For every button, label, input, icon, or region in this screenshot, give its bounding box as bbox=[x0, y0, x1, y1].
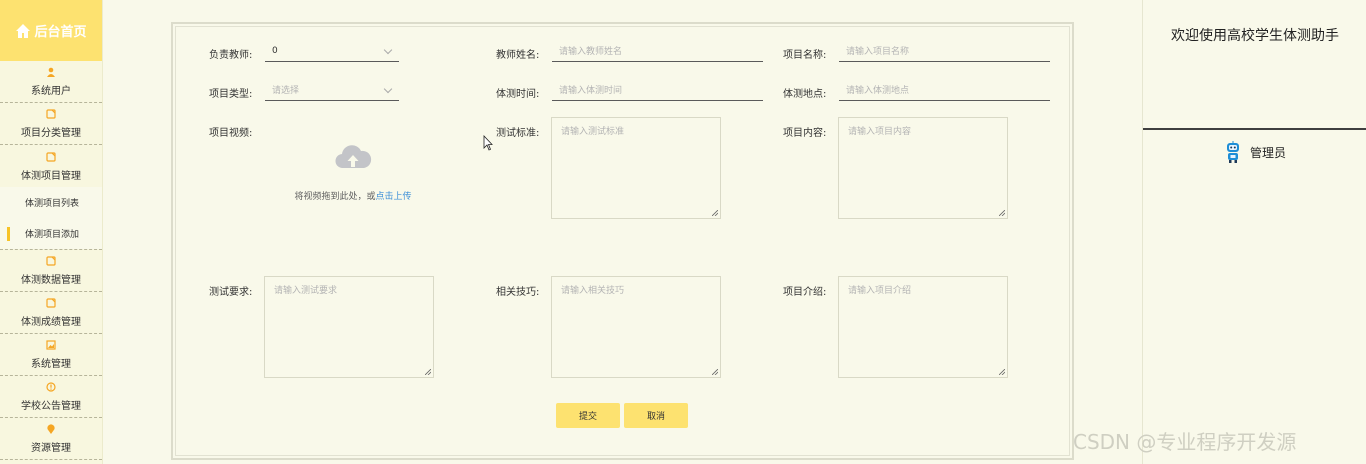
teacher-name-label: 教师姓名: bbox=[496, 50, 540, 61]
teacher-label: 负责教师: bbox=[209, 50, 253, 61]
sidebar-title: 后台首页 bbox=[34, 25, 87, 40]
sidebar-item-system-users[interactable]: 系统用户 bbox=[0, 61, 102, 103]
resize-grip-icon[interactable] bbox=[712, 210, 718, 216]
sidebar-item-score-mgmt[interactable]: 体测成绩管理 bbox=[0, 292, 102, 334]
project-content-label: 项目内容: bbox=[783, 128, 827, 139]
sidebar-item-label: 学校公告管理 bbox=[21, 401, 81, 412]
project-name-input[interactable]: 请输入项目名称 bbox=[839, 40, 1050, 62]
folder-icon bbox=[46, 109, 56, 119]
sidebar: 后台首页 系统用户 项目分类管理 体测项目管理 体测项目列表 体测项目添加 体测… bbox=[0, 0, 103, 464]
related-skills-placeholder: 请输入相关技巧 bbox=[561, 286, 625, 296]
teacher-select[interactable]: 0 bbox=[265, 40, 399, 62]
mouse-cursor-icon bbox=[483, 135, 493, 151]
project-content-textarea[interactable]: 请输入项目内容 bbox=[838, 117, 1008, 219]
sidebar-subitem-project-add[interactable]: 体测项目添加 bbox=[0, 218, 102, 249]
sidebar-item-resource[interactable]: 资源管理 bbox=[0, 418, 102, 460]
sidebar-item-label: 体测数据管理 bbox=[21, 275, 81, 286]
submenu: 体测项目列表 体测项目添加 bbox=[0, 187, 102, 250]
resize-grip-icon[interactable] bbox=[425, 369, 431, 375]
user-icon bbox=[47, 67, 55, 77]
user-role: 管理员 bbox=[1249, 145, 1286, 160]
project-video-label: 项目视频: bbox=[209, 128, 253, 139]
sidebar-item-category[interactable]: 项目分类管理 bbox=[0, 103, 102, 145]
test-place-input[interactable]: 请输入体测地点 bbox=[839, 79, 1050, 101]
project-name-label: 项目名称: bbox=[783, 50, 827, 61]
test-requirement-label: 测试要求: bbox=[209, 287, 253, 298]
location-icon bbox=[47, 424, 55, 434]
teacher-select-value: 0 bbox=[272, 45, 278, 56]
resize-grip-icon[interactable] bbox=[999, 210, 1005, 216]
test-standard-label: 测试标准: bbox=[496, 128, 540, 139]
right-panel: 欢迎使用高校学生体测助手 管理员 bbox=[1142, 0, 1366, 464]
test-time-input[interactable]: 请输入体测时间 bbox=[552, 79, 763, 101]
sidebar-item-label: 项目分类管理 bbox=[21, 128, 81, 139]
resize-grip-icon[interactable] bbox=[712, 369, 718, 375]
divider bbox=[1143, 128, 1366, 130]
test-requirement-textarea[interactable]: 请输入测试要求 bbox=[264, 276, 434, 378]
sidebar-item-announcement[interactable]: 学校公告管理 bbox=[0, 376, 102, 418]
upload-hint: 将视频拖到此处，或点击上传 bbox=[294, 192, 412, 202]
sidebar-item-project-mgmt[interactable]: 体测项目管理 bbox=[0, 145, 102, 187]
sidebar-item-label: 体测项目管理 bbox=[21, 171, 81, 182]
project-type-placeholder: 请选择 bbox=[272, 86, 300, 96]
project-intro-textarea[interactable]: 请输入项目介绍 bbox=[838, 276, 1008, 378]
folder-icon bbox=[46, 152, 56, 162]
test-place-label: 体测地点: bbox=[783, 89, 827, 100]
sidebar-item-system-mgmt[interactable]: 系统管理 bbox=[0, 334, 102, 376]
submit-button[interactable]: 提交 bbox=[556, 403, 620, 428]
project-intro-placeholder: 请输入项目介绍 bbox=[848, 286, 912, 296]
sidebar-item-label: 体测成绩管理 bbox=[21, 317, 81, 328]
test-requirement-placeholder: 请输入测试要求 bbox=[274, 286, 338, 296]
folder-icon bbox=[46, 256, 56, 266]
folder-icon bbox=[46, 298, 56, 308]
watermark: CSDN @专业程序开发源 bbox=[1073, 430, 1297, 454]
sidebar-home-link[interactable]: 后台首页 bbox=[0, 0, 102, 61]
teacher-name-input[interactable]: 请输入教师姓名 bbox=[552, 40, 763, 62]
test-standard-textarea[interactable]: 请输入测试标准 bbox=[551, 117, 721, 219]
project-content-placeholder: 请输入项目内容 bbox=[848, 127, 912, 137]
cloud-upload-icon bbox=[335, 145, 372, 169]
related-skills-label: 相关技巧: bbox=[496, 287, 540, 298]
robot-avatar-icon bbox=[1226, 141, 1239, 163]
upload-link[interactable]: 点击上传 bbox=[376, 192, 412, 202]
video-upload-area[interactable]: 将视频拖到此处，或点击上传 bbox=[286, 142, 420, 206]
welcome-message: 欢迎使用高校学生体测助手 bbox=[1171, 28, 1339, 44]
project-type-select[interactable]: 请选择 bbox=[265, 79, 399, 101]
project-intro-label: 项目介绍: bbox=[783, 287, 827, 298]
test-standard-placeholder: 请输入测试标准 bbox=[561, 127, 625, 137]
sidebar-item-label: 资源管理 bbox=[31, 443, 71, 454]
chevron-down-icon bbox=[383, 45, 393, 55]
project-add-form: 负责教师: 0 教师姓名: 请输入教师姓名 项目名称: 请输入项目名称 项目类型… bbox=[171, 22, 1074, 460]
user-info[interactable]: 管理员 bbox=[1143, 141, 1366, 163]
image-icon bbox=[46, 340, 56, 350]
sidebar-item-label: 系统用户 bbox=[31, 86, 71, 97]
project-type-label: 项目类型: bbox=[209, 89, 253, 100]
test-time-label: 体测时间: bbox=[496, 89, 540, 100]
sidebar-item-label: 系统管理 bbox=[31, 359, 71, 370]
cancel-button[interactable]: 取消 bbox=[624, 403, 688, 428]
home-icon bbox=[16, 23, 31, 38]
sidebar-item-data-mgmt[interactable]: 体测数据管理 bbox=[0, 250, 102, 292]
chevron-down-icon bbox=[383, 84, 393, 94]
alert-icon bbox=[46, 382, 56, 392]
sidebar-subitem-project-list[interactable]: 体测项目列表 bbox=[0, 187, 102, 218]
related-skills-textarea[interactable]: 请输入相关技巧 bbox=[551, 276, 721, 378]
resize-grip-icon[interactable] bbox=[999, 369, 1005, 375]
